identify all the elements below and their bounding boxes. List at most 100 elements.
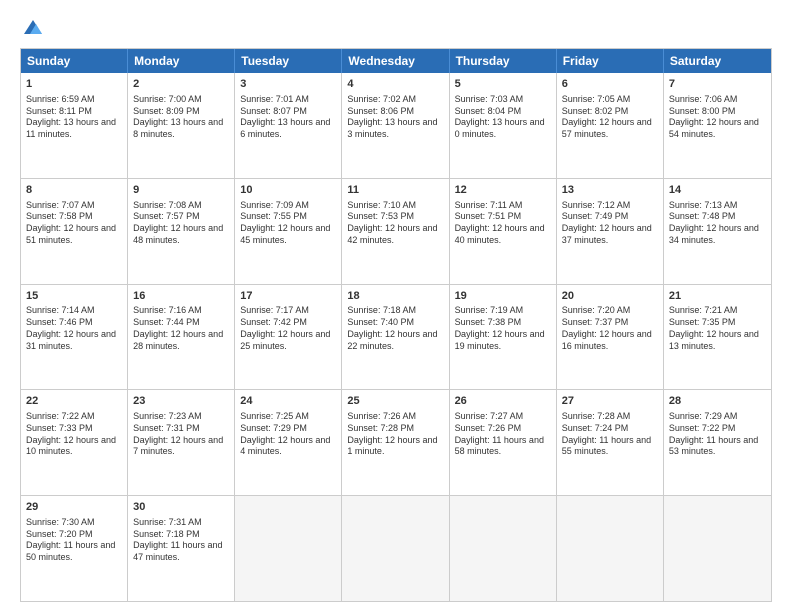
day-info: Sunrise: 7:08 AM Sunset: 7:57 PM Dayligh… [133, 200, 229, 247]
empty-cell [664, 496, 771, 601]
day-info: Sunrise: 7:00 AM Sunset: 8:09 PM Dayligh… [133, 94, 229, 141]
day-number: 15 [26, 289, 122, 304]
day-info: Sunrise: 7:29 AM Sunset: 7:22 PM Dayligh… [669, 411, 766, 458]
logo [20, 18, 47, 38]
day-cell-10: 10 Sunrise: 7:09 AM Sunset: 7:55 PM Dayli… [235, 179, 342, 284]
calendar: SundayMondayTuesdayWednesdayThursdayFrid… [20, 48, 772, 602]
day-number: 4 [347, 77, 443, 92]
day-number: 27 [562, 394, 658, 409]
calendar-row-4: 29Sunrise: 7:30 AM Sunset: 7:20 PM Dayli… [21, 496, 771, 601]
day-cell-29: 29Sunrise: 7:30 AM Sunset: 7:20 PM Dayli… [21, 496, 128, 601]
day-cell-30: 30 Sunrise: 7:31 AM Sunset: 7:18 PM Dayli… [128, 496, 235, 601]
day-cell-3: 3 Sunrise: 7:01 AM Sunset: 8:07 PM Daylig… [235, 73, 342, 178]
day-cell-28: 28 Sunrise: 7:29 AM Sunset: 7:22 PM Dayli… [664, 390, 771, 495]
day-number: 17 [240, 289, 336, 304]
day-info: Sunrise: 7:16 AM Sunset: 7:44 PM Dayligh… [133, 305, 229, 352]
day-number: 11 [347, 183, 443, 198]
day-cell-16: 16Sunrise: 7:16 AM Sunset: 7:44 PM Dayli… [128, 285, 235, 390]
day-cell-4: 4 Sunrise: 7:02 AM Sunset: 8:06 PM Daylig… [342, 73, 449, 178]
header-day-saturday: Saturday [664, 49, 771, 73]
day-cell-7: 7 Sunrise: 7:06 AM Sunset: 8:00 PM Daylig… [664, 73, 771, 178]
day-cell-1: 1 Sunrise: 6:59 AM Sunset: 8:11 PM Daylig… [21, 73, 128, 178]
header-day-wednesday: Wednesday [342, 49, 449, 73]
day-info: Sunrise: 7:13 AM Sunset: 7:48 PM Dayligh… [669, 200, 766, 247]
header-day-monday: Monday [128, 49, 235, 73]
day-info: Sunrise: 7:14 AM Sunset: 7:46 PM Dayligh… [26, 305, 122, 352]
day-cell-25: 25Sunrise: 7:26 AM Sunset: 7:28 PM Dayli… [342, 390, 449, 495]
day-number: 9 [133, 183, 229, 198]
day-cell-8: 8 Sunrise: 7:07 AM Sunset: 7:58 PM Daylig… [21, 179, 128, 284]
day-number: 2 [133, 77, 229, 92]
empty-cell [450, 496, 557, 601]
calendar-header: SundayMondayTuesdayWednesdayThursdayFrid… [21, 49, 771, 73]
day-cell-22: 22 Sunrise: 7:22 AM Sunset: 7:33 PM Dayli… [21, 390, 128, 495]
day-info: Sunrise: 7:19 AM Sunset: 7:38 PM Dayligh… [455, 305, 551, 352]
header [20, 18, 772, 38]
day-number: 21 [669, 289, 766, 304]
calendar-row-3: 22 Sunrise: 7:22 AM Sunset: 7:33 PM Dayli… [21, 390, 771, 496]
day-number: 10 [240, 183, 336, 198]
header-day-tuesday: Tuesday [235, 49, 342, 73]
day-number: 12 [455, 183, 551, 198]
day-info: Sunrise: 7:22 AM Sunset: 7:33 PM Dayligh… [26, 411, 122, 458]
header-day-sunday: Sunday [21, 49, 128, 73]
day-number: 13 [562, 183, 658, 198]
day-cell-26: 26Sunrise: 7:27 AM Sunset: 7:26 PM Dayli… [450, 390, 557, 495]
day-number: 1 [26, 77, 122, 92]
empty-cell [342, 496, 449, 601]
day-number: 6 [562, 77, 658, 92]
day-cell-14: 14Sunrise: 7:13 AM Sunset: 7:48 PM Dayli… [664, 179, 771, 284]
day-cell-13: 13 Sunrise: 7:12 AM Sunset: 7:49 PM Dayli… [557, 179, 664, 284]
empty-cell [557, 496, 664, 601]
day-number: 28 [669, 394, 766, 409]
day-info: Sunrise: 7:21 AM Sunset: 7:35 PM Dayligh… [669, 305, 766, 352]
day-number: 23 [133, 394, 229, 409]
day-info: Sunrise: 7:11 AM Sunset: 7:51 PM Dayligh… [455, 200, 551, 247]
day-cell-12: 12 Sunrise: 7:11 AM Sunset: 7:51 PM Dayli… [450, 179, 557, 284]
logo-icon [22, 18, 44, 38]
day-cell-21: 21Sunrise: 7:21 AM Sunset: 7:35 PM Dayli… [664, 285, 771, 390]
logo-text [20, 18, 47, 38]
empty-cell [235, 496, 342, 601]
day-info: Sunrise: 7:25 AM Sunset: 7:29 PM Dayligh… [240, 411, 336, 458]
day-info: Sunrise: 7:07 AM Sunset: 7:58 PM Dayligh… [26, 200, 122, 247]
day-info: Sunrise: 7:27 AM Sunset: 7:26 PM Dayligh… [455, 411, 551, 458]
day-cell-20: 20Sunrise: 7:20 AM Sunset: 7:37 PM Dayli… [557, 285, 664, 390]
day-info: Sunrise: 7:31 AM Sunset: 7:18 PM Dayligh… [133, 517, 229, 564]
day-number: 24 [240, 394, 336, 409]
day-cell-27: 27 Sunrise: 7:28 AM Sunset: 7:24 PM Dayli… [557, 390, 664, 495]
day-number: 8 [26, 183, 122, 198]
day-info: Sunrise: 7:28 AM Sunset: 7:24 PM Dayligh… [562, 411, 658, 458]
day-number: 20 [562, 289, 658, 304]
day-info: Sunrise: 7:10 AM Sunset: 7:53 PM Dayligh… [347, 200, 443, 247]
day-cell-11: 11 Sunrise: 7:10 AM Sunset: 7:53 PM Dayli… [342, 179, 449, 284]
day-info: Sunrise: 6:59 AM Sunset: 8:11 PM Dayligh… [26, 94, 122, 141]
day-number: 3 [240, 77, 336, 92]
day-number: 30 [133, 500, 229, 515]
day-info: Sunrise: 7:05 AM Sunset: 8:02 PM Dayligh… [562, 94, 658, 141]
day-number: 22 [26, 394, 122, 409]
day-info: Sunrise: 7:12 AM Sunset: 7:49 PM Dayligh… [562, 200, 658, 247]
day-info: Sunrise: 7:09 AM Sunset: 7:55 PM Dayligh… [240, 200, 336, 247]
day-cell-18: 18Sunrise: 7:18 AM Sunset: 7:40 PM Dayli… [342, 285, 449, 390]
day-cell-2: 2 Sunrise: 7:00 AM Sunset: 8:09 PM Daylig… [128, 73, 235, 178]
day-number: 7 [669, 77, 766, 92]
day-info: Sunrise: 7:06 AM Sunset: 8:00 PM Dayligh… [669, 94, 766, 141]
day-number: 19 [455, 289, 551, 304]
calendar-row-2: 15Sunrise: 7:14 AM Sunset: 7:46 PM Dayli… [21, 285, 771, 391]
day-cell-23: 23 Sunrise: 7:23 AM Sunset: 7:31 PM Dayli… [128, 390, 235, 495]
day-number: 25 [347, 394, 443, 409]
day-number: 5 [455, 77, 551, 92]
day-info: Sunrise: 7:18 AM Sunset: 7:40 PM Dayligh… [347, 305, 443, 352]
day-cell-6: 6 Sunrise: 7:05 AM Sunset: 8:02 PM Daylig… [557, 73, 664, 178]
header-day-friday: Friday [557, 49, 664, 73]
day-cell-9: 9 Sunrise: 7:08 AM Sunset: 7:57 PM Daylig… [128, 179, 235, 284]
day-info: Sunrise: 7:01 AM Sunset: 8:07 PM Dayligh… [240, 94, 336, 141]
day-info: Sunrise: 7:02 AM Sunset: 8:06 PM Dayligh… [347, 94, 443, 141]
calendar-row-0: 1 Sunrise: 6:59 AM Sunset: 8:11 PM Daylig… [21, 73, 771, 179]
day-info: Sunrise: 7:17 AM Sunset: 7:42 PM Dayligh… [240, 305, 336, 352]
day-info: Sunrise: 7:23 AM Sunset: 7:31 PM Dayligh… [133, 411, 229, 458]
day-cell-19: 19Sunrise: 7:19 AM Sunset: 7:38 PM Dayli… [450, 285, 557, 390]
day-info: Sunrise: 7:20 AM Sunset: 7:37 PM Dayligh… [562, 305, 658, 352]
day-cell-17: 17Sunrise: 7:17 AM Sunset: 7:42 PM Dayli… [235, 285, 342, 390]
